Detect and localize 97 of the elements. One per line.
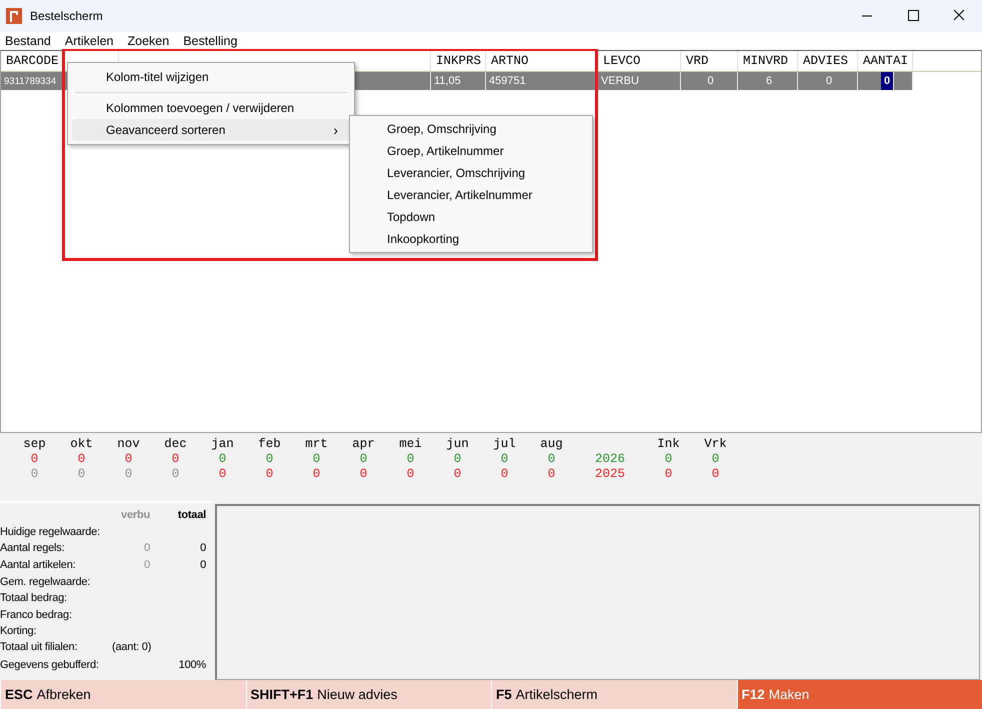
field-value: 0 (143, 542, 150, 554)
function-key-button[interactable]: ESC Afbreken (0, 680, 246, 709)
month-label: feb (257, 437, 282, 452)
month-value: 0 (264, 467, 274, 482)
table-cell: 0 (707, 75, 714, 87)
month-label: sep (22, 437, 47, 452)
month-value: 0 (76, 467, 86, 482)
menu-item[interactable]: Kolommen toevoegen / verwijderen (72, 97, 350, 119)
table-cell: VERBU (601, 75, 639, 87)
column-header[interactable]: VRD (686, 54, 709, 68)
column-header[interactable]: MINVRD (743, 54, 788, 68)
month-value: 0 (710, 452, 720, 467)
field-label: Gem. regelwaarde: (0, 576, 92, 588)
field-value: 0 (143, 559, 150, 572)
month-value: 0 (664, 452, 674, 467)
menu-item[interactable]: Groep, Omschrijving (353, 118, 589, 140)
function-key-button[interactable]: F5 Artikelscherm (491, 680, 736, 709)
column-header: verbu (120, 509, 150, 522)
month-label: jan (210, 437, 235, 452)
field-value: 100% (178, 658, 206, 671)
menu-item[interactable]: Groep, Artikelnummer (353, 140, 589, 162)
submenu-arrow-icon: › (333, 122, 338, 138)
month-value: 0 (546, 452, 556, 467)
month-label: okt (69, 437, 94, 452)
month-value: 0 (358, 452, 368, 467)
month-value: 0 (170, 452, 180, 467)
year-label: 2026 (594, 452, 626, 467)
menu-label: Geavanceerd sorteren (106, 123, 226, 137)
month-value: 0 (312, 467, 322, 482)
field-value: 0 (199, 559, 206, 572)
menu-item[interactable]: Zoeken (128, 34, 170, 48)
month-label: nov (116, 437, 141, 452)
month-label: mrt (304, 437, 329, 452)
month-value: 0 (500, 467, 510, 482)
month-value: 0 (452, 452, 462, 467)
column-header[interactable]: ADVIES (803, 54, 848, 68)
table-cell: 6 (766, 75, 772, 87)
month-value: 0 (218, 452, 228, 467)
column-header[interactable]: INKPRS (436, 54, 482, 68)
month-label: jul (492, 437, 517, 452)
field-label: Totaal uit filialen: (0, 640, 78, 653)
menu-item[interactable]: Topdown (353, 206, 589, 228)
month-value: 0 (664, 467, 674, 482)
month-value: 0 (30, 467, 40, 482)
menu-item[interactable]: Leverancier, Omschrijving (353, 162, 589, 184)
menu-item[interactable]: Leverancier, Artikelnummer (353, 184, 589, 206)
field-value: (aant: 0) (112, 640, 152, 653)
table-cell: 9311789334 (4, 76, 56, 87)
function-key-button[interactable]: F12 Maken (736, 680, 982, 709)
month-value: 0 (170, 467, 180, 482)
quantity-field[interactable]: 0 (880, 72, 894, 90)
field-label: Korting: (0, 625, 38, 638)
month-value: 0 (264, 452, 274, 467)
month-value: 0 (452, 467, 462, 482)
menu-item[interactable]: Geavanceerd sorteren › (72, 119, 350, 141)
month-value: 0 (124, 467, 134, 482)
field-label: Totaal bedrag: (0, 592, 68, 604)
column-header: totaal (176, 509, 206, 522)
field-label: Gegevens gebufferd: (0, 658, 100, 671)
month-value: 0 (500, 452, 510, 467)
column-header[interactable]: AANTAI (863, 54, 908, 68)
month-value: 0 (30, 452, 40, 467)
field-value: 0 (199, 542, 206, 554)
month-label: dec (163, 437, 188, 452)
column-header[interactable]: ARTNO (491, 54, 529, 68)
month-label: mei (398, 437, 423, 452)
month-value: 0 (124, 452, 134, 467)
month-value: 0 (218, 467, 228, 482)
column-header[interactable]: BARCODE (6, 54, 59, 68)
month-label: Vrk (703, 437, 728, 452)
menu-item[interactable]: Artikelen (64, 34, 114, 48)
field-label: Aantal artikelen: (0, 559, 76, 572)
app-icon (6, 8, 22, 24)
month-value: 0 (76, 452, 86, 467)
function-key-button[interactable]: SHIFT+F1 Nieuw advies (246, 680, 491, 709)
field-label: Aantal regels: (0, 542, 66, 554)
table-cell: 11,05 (434, 75, 461, 87)
month-value: 0 (710, 467, 720, 482)
month-value: 0 (546, 467, 556, 482)
menu-item[interactable]: Bestelling (183, 34, 238, 48)
month-label: Ink (656, 437, 681, 452)
window-title: Bestelscherm (30, 9, 103, 23)
menu-item[interactable]: Inkoopkorting (353, 228, 589, 250)
table-cell: 0 (826, 75, 832, 87)
month-value: 0 (406, 467, 416, 482)
month-label: apr (351, 437, 376, 452)
field-label: Franco bedrag: (0, 608, 73, 621)
column-header[interactable]: LEVCO (603, 54, 641, 68)
month-label: aug (539, 437, 564, 452)
menu-item[interactable]: Bestand (5, 34, 51, 48)
year-label: 2025 (594, 467, 626, 482)
table-cell: 459751 (489, 75, 526, 87)
field-label: Huidige regelwaarde: (0, 526, 101, 538)
month-value: 0 (406, 452, 416, 467)
month-value: 0 (312, 452, 322, 467)
month-value: 0 (358, 467, 368, 482)
month-label: jun (445, 437, 470, 452)
